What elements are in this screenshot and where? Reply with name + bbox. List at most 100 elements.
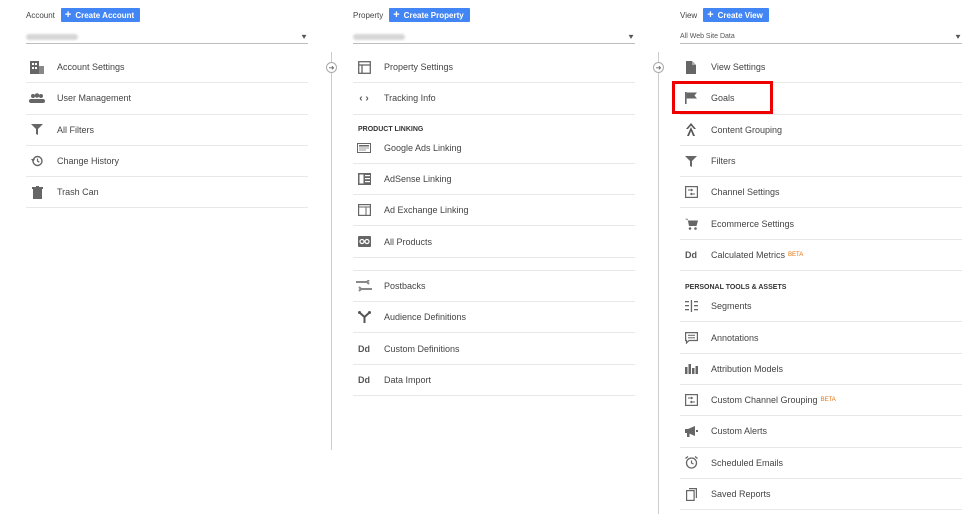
beta-badge: BETA — [788, 251, 804, 258]
megaphone-icon — [683, 424, 699, 438]
arrow-right-icon: ➜ — [653, 62, 664, 73]
create-view-button[interactable]: + Create View — [703, 8, 769, 22]
calculated-metrics-item[interactable]: Dd Calculated Metrics BETA — [680, 240, 962, 272]
all-filters-item[interactable]: All Filters — [26, 115, 308, 146]
channel-icon — [683, 185, 699, 199]
account-header: Account + Create Account — [26, 0, 308, 30]
ecommerce-settings-item[interactable]: Ecommerce Settings — [680, 208, 962, 240]
channel-settings-item[interactable]: Channel Settings — [680, 177, 962, 209]
segments-item[interactable]: Segments — [680, 291, 962, 323]
item-label: Custom Definitions — [384, 343, 460, 354]
adexchange-icon — [356, 203, 372, 217]
adsense-linking-item[interactable]: AdSense Linking — [353, 164, 635, 196]
account-name-redacted — [26, 33, 78, 40]
custom-channel-grouping-item[interactable]: Custom Channel Grouping BETA — [680, 385, 962, 417]
beta-badge: BETA — [820, 397, 836, 404]
item-label: User Management — [57, 93, 132, 104]
postbacks-icon — [356, 279, 372, 293]
ad-exchange-linking-item[interactable]: Ad Exchange Linking — [353, 195, 635, 227]
tracking-info-item[interactable]: ‹ › Tracking Info — [353, 83, 635, 115]
attribution-models-item[interactable]: Attribution Models — [680, 354, 962, 385]
building-icon — [29, 60, 45, 74]
data-import-item[interactable]: Dd Data Import — [353, 365, 635, 396]
plus-icon: + — [393, 8, 400, 21]
document-icon — [683, 60, 699, 74]
view-header: View + Create View — [680, 0, 962, 30]
code-icon: ‹ › — [359, 92, 369, 104]
view-settings-item[interactable]: View Settings — [680, 52, 962, 84]
item-label: AdSense Linking — [384, 174, 452, 185]
product-linking-heading: PRODUCT LINKING — [358, 125, 424, 133]
property-menu: Property Settings ‹ › Tracking Info PROD… — [353, 52, 635, 396]
google-ads-linking-item[interactable]: Google Ads Linking — [353, 133, 635, 164]
column-divider-2 — [658, 52, 659, 514]
trash-can-item[interactable]: Trash Can — [26, 177, 308, 209]
window-icon — [356, 60, 372, 74]
segments-icon — [683, 299, 699, 313]
create-property-button[interactable]: + Create Property — [389, 8, 470, 22]
ads-icon — [356, 141, 372, 155]
fork-icon — [356, 310, 372, 324]
property-selector[interactable]: ▾ — [353, 30, 635, 44]
create-view-label: Create View — [717, 10, 763, 20]
caret-down-icon: ▾ — [955, 32, 961, 41]
item-label: Filters — [711, 156, 736, 167]
custom-alerts-item[interactable]: Custom Alerts — [680, 416, 962, 448]
account-selector[interactable]: ▾ — [26, 30, 308, 44]
change-history-item[interactable]: Change History — [26, 146, 308, 178]
view-selector[interactable]: All Web Site Data ▾ — [680, 30, 962, 44]
item-label: Attribution Models — [711, 363, 784, 374]
item-label: Property Settings — [384, 62, 454, 73]
user-management-item[interactable]: User Management — [26, 83, 308, 115]
view-column: View + Create View All Web Site Data ▾ V… — [680, 0, 962, 511]
content-grouping-item[interactable]: Content Grouping — [680, 115, 962, 146]
item-label: Tracking Info — [384, 93, 436, 104]
arrow-right-icon: ➜ — [326, 62, 337, 73]
dd-icon: Dd — [358, 343, 370, 354]
item-label: Account Settings — [57, 62, 125, 73]
adsense-icon — [356, 172, 372, 186]
property-title: Property — [353, 10, 384, 20]
audience-definitions-item[interactable]: Audience Definitions — [353, 302, 635, 334]
property-name-redacted — [353, 33, 405, 40]
bar-chart-icon — [683, 362, 699, 376]
channel-icon — [683, 393, 699, 407]
custom-definitions-item[interactable]: Dd Custom Definitions — [353, 333, 635, 365]
section-spacer — [353, 258, 635, 271]
item-label: Audience Definitions — [384, 312, 467, 323]
all-products-item[interactable]: All Products — [353, 226, 635, 258]
filters-item[interactable]: Filters — [680, 146, 962, 178]
view-title: View — [680, 10, 698, 20]
history-icon — [29, 154, 45, 168]
dd-icon: Dd — [358, 374, 370, 385]
account-settings-item[interactable]: Account Settings — [26, 52, 308, 84]
postbacks-item[interactable]: Postbacks — [353, 271, 635, 303]
property-header: Property + Create Property — [353, 0, 635, 30]
create-property-label: Create Property — [403, 10, 464, 20]
person-walk-icon — [683, 123, 699, 137]
comment-icon — [683, 331, 699, 345]
property-settings-item[interactable]: Property Settings — [353, 52, 635, 84]
item-label: Calculated Metrics — [711, 249, 786, 260]
alarm-icon — [683, 456, 699, 470]
view-menu: View Settings Goals Content Grouping Fil… — [680, 52, 962, 511]
item-label: Trash Can — [57, 187, 99, 198]
account-menu: Account Settings User Management All Fil… — [26, 52, 308, 209]
create-account-button[interactable]: + Create Account — [60, 8, 141, 22]
annotations-item[interactable]: Annotations — [680, 322, 962, 354]
caret-down-icon: ▾ — [301, 32, 307, 41]
item-label: Saved Reports — [711, 489, 771, 499]
caret-down-icon: ▾ — [628, 32, 634, 41]
item-label: Scheduled Emails — [711, 457, 784, 468]
column-divider-1 — [331, 52, 332, 450]
filter-icon — [683, 154, 699, 168]
item-label: Change History — [57, 156, 120, 167]
account-column: Account + Create Account ▾ Account Setti… — [26, 0, 308, 209]
create-account-label: Create Account — [75, 10, 135, 20]
products-icon — [356, 235, 372, 249]
saved-reports-item[interactable]: Saved Reports — [680, 479, 962, 511]
item-label: Ad Exchange Linking — [384, 205, 469, 216]
item-label: Segments — [711, 301, 752, 312]
scheduled-emails-item[interactable]: Scheduled Emails — [680, 448, 962, 479]
item-label: Channel Settings — [711, 187, 780, 198]
